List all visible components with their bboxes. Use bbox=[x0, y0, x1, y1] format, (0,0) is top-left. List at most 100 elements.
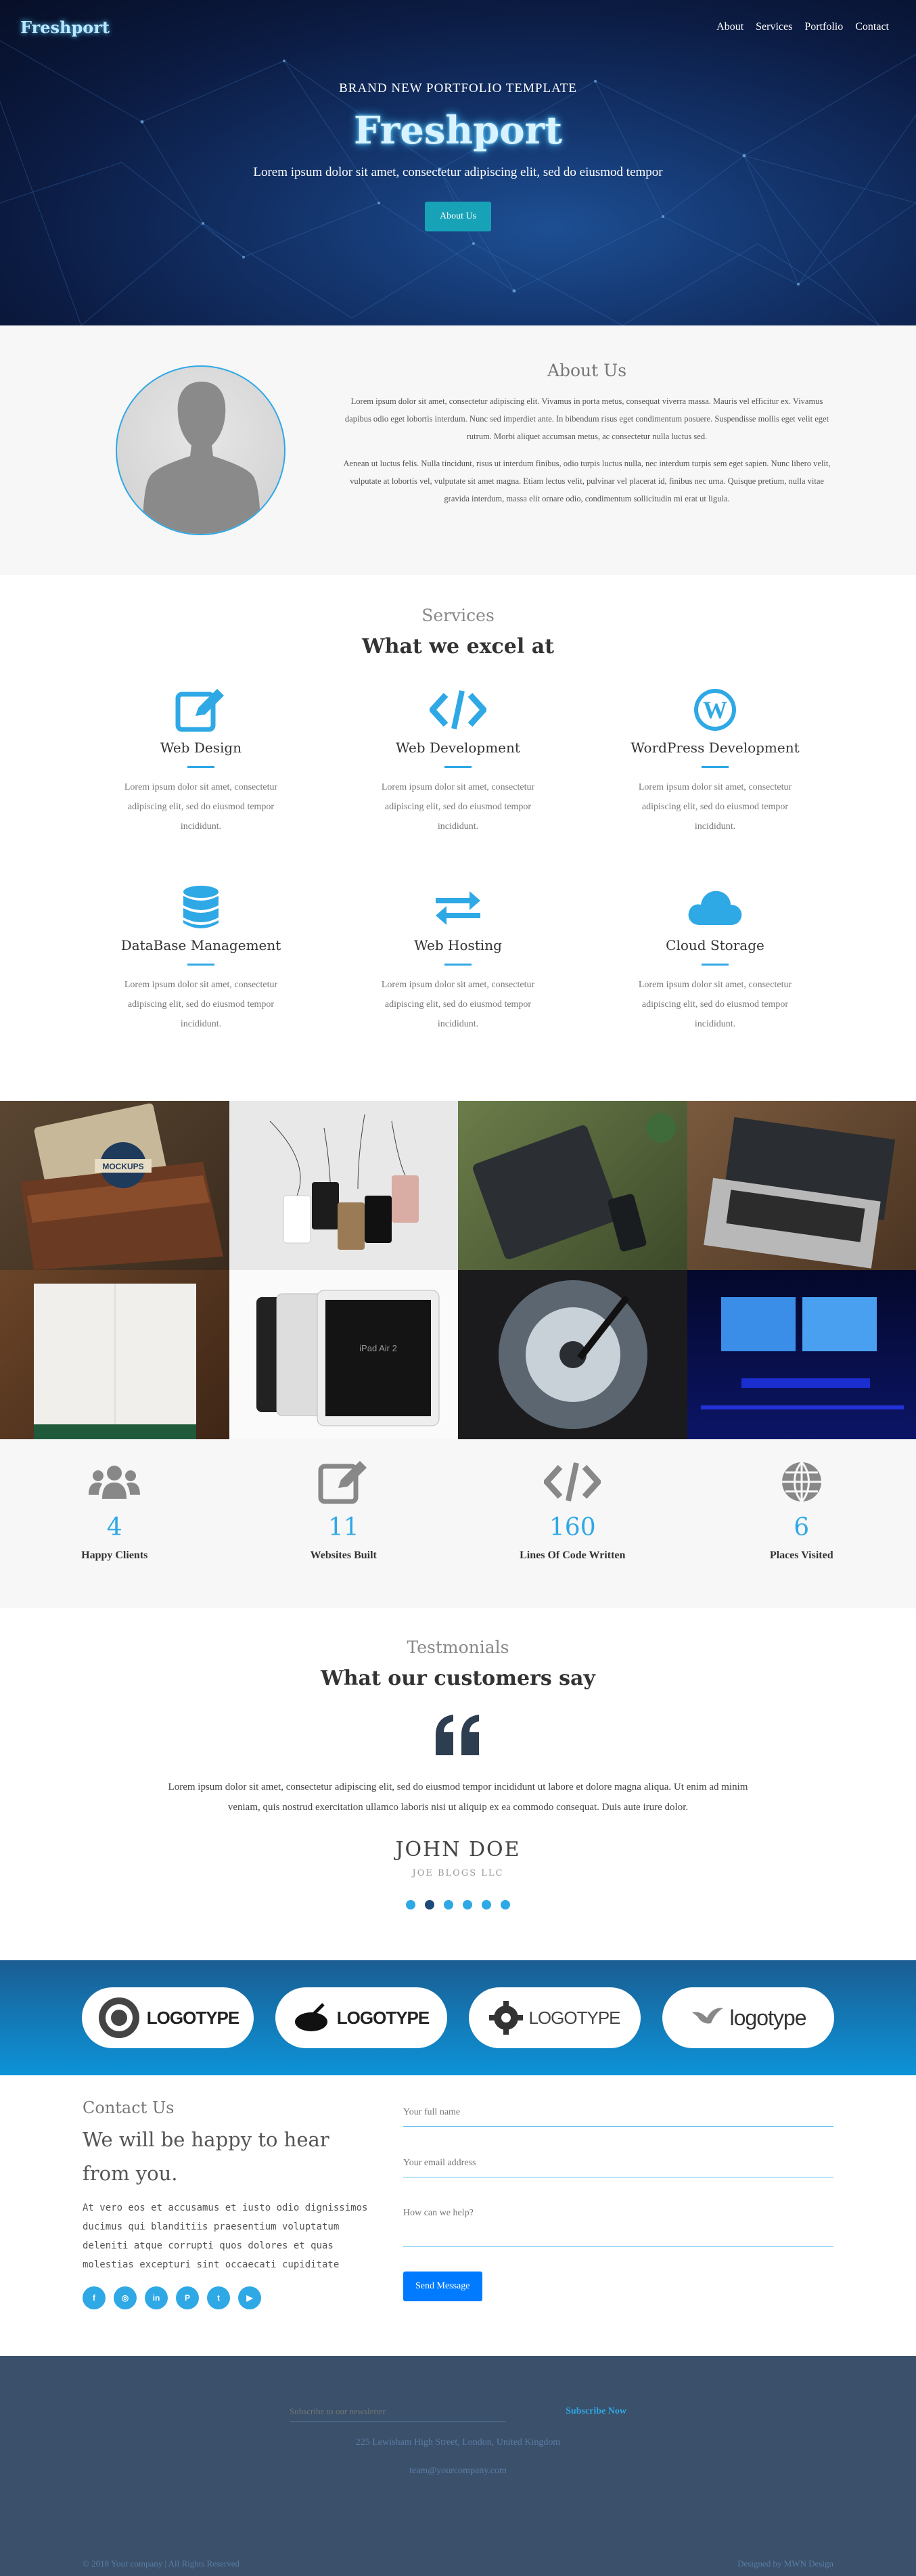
gallery-image-laptop-desk[interactable] bbox=[687, 1101, 916, 1270]
instagram-icon[interactable]: ◎ bbox=[114, 2286, 137, 2309]
facebook-icon[interactable]: f bbox=[83, 2286, 106, 2309]
service-title: Web Design bbox=[72, 740, 329, 756]
database-icon bbox=[72, 883, 329, 932]
nav-link-portfolio[interactable]: Portfolio bbox=[804, 21, 843, 33]
client-logo-3: LOGOTYPE bbox=[469, 1987, 641, 2048]
nav-link-contact[interactable]: Contact bbox=[855, 21, 889, 33]
gallery-image-laptop-phone[interactable] bbox=[458, 1101, 687, 1270]
wordpress-icon: W bbox=[587, 685, 844, 734]
tablet-screen-text: iPad Air 2 bbox=[359, 1343, 397, 1353]
testimonials-kicker: Testmonials bbox=[0, 1637, 916, 1657]
code-icon bbox=[458, 1460, 687, 1504]
gallery-image-notebook[interactable] bbox=[0, 1270, 229, 1439]
cloud-icon bbox=[587, 883, 844, 932]
pan-logo-icon bbox=[294, 1999, 331, 2037]
stat-item: 160 Lines Of Code Written bbox=[458, 1460, 687, 1608]
services-section: Services What we excel at Web Design Lor… bbox=[0, 575, 916, 1101]
twitter-icon[interactable]: t bbox=[207, 2286, 230, 2309]
contact-form: Send Message bbox=[403, 2098, 833, 2301]
pagination-dot[interactable] bbox=[501, 1900, 510, 1910]
send-message-button[interactable]: Send Message bbox=[403, 2272, 482, 2301]
portfolio-gallery: MOCKUPS bbox=[0, 1101, 916, 1439]
pagination-dot[interactable] bbox=[482, 1900, 491, 1910]
services-kicker: Services bbox=[0, 606, 916, 625]
contact-title: We will be happy to hear from you. bbox=[83, 2123, 380, 2190]
logo-text: LOGOTYPE bbox=[147, 2008, 239, 2029]
edit-icon bbox=[229, 1460, 459, 1504]
testimonials-section: Testmonials What our customers say Lorem… bbox=[0, 1608, 916, 1960]
newsletter-form: Subscribe Now bbox=[290, 2401, 626, 2422]
client-logo-1: LOGOTYPE bbox=[82, 1987, 254, 2048]
logo-text: logotype bbox=[730, 2006, 806, 2031]
spiral-logo-icon bbox=[97, 1995, 141, 2040]
about-us-button[interactable]: About Us bbox=[425, 202, 491, 231]
stat-item: 4 Happy Clients bbox=[0, 1460, 229, 1608]
service-title: Web Development bbox=[329, 740, 587, 756]
users-icon bbox=[0, 1460, 229, 1504]
service-desc: Lorem ipsum dolor sit amet, consectetur … bbox=[110, 777, 292, 836]
hero-kicker: BRAND NEW PORTFOLIO TEMPLATE bbox=[0, 81, 916, 96]
stats-section: 4 Happy Clients 11 Websites Built 160 Li… bbox=[0, 1439, 916, 1608]
linkedin-icon[interactable]: in bbox=[145, 2286, 168, 2309]
gallery-image-tags[interactable] bbox=[229, 1101, 459, 1270]
hero-content: BRAND NEW PORTFOLIO TEMPLATE Freshport L… bbox=[0, 81, 916, 231]
person-silhouette-icon bbox=[117, 367, 285, 535]
social-links: f ◎ in P t ▶ bbox=[83, 2286, 380, 2309]
client-logos: LOGOTYPE LOGOTYPE LOGOTYPE logotype bbox=[0, 1960, 916, 2075]
client-logo-2: LOGOTYPE bbox=[275, 1987, 447, 2048]
contact-text: At vero eos et accusamus et iusto odio d… bbox=[83, 2198, 380, 2274]
stat-value: 6 bbox=[687, 1514, 916, 1541]
nav-link-about[interactable]: About bbox=[716, 21, 743, 33]
youtube-icon[interactable]: ▶ bbox=[238, 2286, 261, 2309]
designer-credit[interactable]: Designed by MWN Design bbox=[737, 2558, 833, 2569]
subscribe-button[interactable]: Subscribe Now bbox=[566, 2406, 626, 2417]
service-desc: Lorem ipsum dolor sit amet, consectetur … bbox=[367, 777, 549, 836]
pagination-dot[interactable] bbox=[444, 1900, 453, 1910]
pagination-dot[interactable] bbox=[463, 1900, 472, 1910]
service-divider bbox=[444, 766, 472, 768]
stat-item: 6 Places Visited bbox=[687, 1460, 916, 1608]
gallery-image-monitors[interactable] bbox=[687, 1270, 916, 1439]
pagination-dot-active[interactable] bbox=[425, 1900, 434, 1910]
service-divider bbox=[187, 964, 214, 966]
service-desc: Lorem ipsum dolor sit amet, consectetur … bbox=[110, 975, 292, 1034]
nav-link-services[interactable]: Services bbox=[756, 21, 792, 33]
pinterest-icon[interactable]: P bbox=[176, 2286, 199, 2309]
footer: Subscribe Now 225 Lewisham High Street, … bbox=[0, 2356, 916, 2576]
quote-icon bbox=[0, 1715, 916, 1762]
stat-label: Lines Of Code Written bbox=[458, 1550, 687, 1562]
full-name-input[interactable] bbox=[403, 2098, 833, 2127]
service-card: Web Hosting Lorem ipsum dolor sit amet, … bbox=[329, 883, 587, 1081]
pagination-dot[interactable] bbox=[406, 1900, 415, 1910]
about-text: About Us Lorem ipsum dolor sit amet, con… bbox=[338, 361, 835, 507]
globe-icon bbox=[687, 1460, 916, 1504]
svg-text:W: W bbox=[703, 696, 727, 723]
logo-text: LOGOTYPE bbox=[528, 2008, 620, 2029]
logo-text: LOGOTYPE bbox=[337, 2008, 429, 2029]
nav-links: About Services Portfolio Contact bbox=[716, 21, 889, 33]
stat-label: Happy Clients bbox=[0, 1550, 229, 1562]
footer-email[interactable]: team@yourcompany.com bbox=[0, 2466, 916, 2477]
about-title: About Us bbox=[338, 361, 835, 380]
testimonial-pagination bbox=[0, 1900, 916, 1910]
stat-value: 11 bbox=[229, 1514, 459, 1541]
service-card: Web Design Lorem ipsum dolor sit amet, c… bbox=[72, 685, 329, 883]
message-textarea[interactable] bbox=[403, 2200, 833, 2247]
services-title: What we excel at bbox=[0, 635, 916, 658]
testimonial-company: JOE BLOGS LLC bbox=[0, 1868, 916, 1878]
gallery-image-mockup-wallet[interactable]: MOCKUPS bbox=[0, 1101, 229, 1270]
stat-item: 11 Websites Built bbox=[229, 1460, 459, 1608]
service-desc: Lorem ipsum dolor sit amet, consectetur … bbox=[367, 975, 549, 1034]
gear-logo-icon bbox=[489, 2001, 523, 2035]
navbar: Freshport About Services Portfolio Conta… bbox=[0, 0, 916, 54]
site-logo[interactable]: Freshport bbox=[20, 18, 110, 37]
contact-kicker: Contact Us bbox=[83, 2098, 380, 2117]
gallery-image-ipad[interactable]: iPad Air 2 bbox=[229, 1270, 459, 1439]
about-paragraph-2: Aenean ut luctus felis. Nulla tincidunt,… bbox=[338, 455, 835, 507]
newsletter-input[interactable] bbox=[290, 2401, 506, 2422]
gallery-image-hard-drive[interactable] bbox=[458, 1270, 687, 1439]
about-paragraph-1: Lorem ipsum dolor sit amet, consectetur … bbox=[338, 392, 835, 445]
email-input[interactable] bbox=[403, 2149, 833, 2177]
avatar bbox=[116, 365, 285, 535]
service-title: WordPress Development bbox=[587, 740, 844, 756]
